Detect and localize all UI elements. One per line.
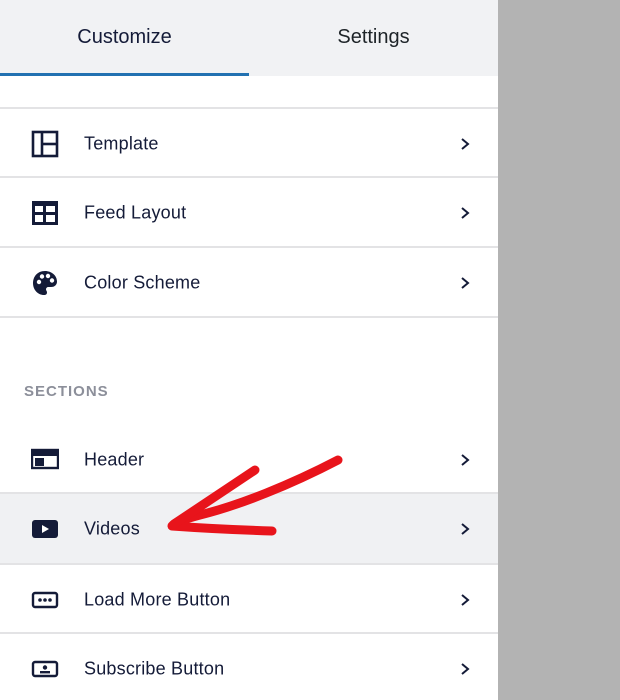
menu-item-label: Header [84,449,145,469]
chevron-right-icon [461,206,470,219]
subscribe-icon [30,654,60,684]
menu-item-header[interactable]: Header [0,425,498,494]
chevron-right-icon [461,662,470,675]
menu-item-color-scheme[interactable]: Color Scheme [0,248,498,317]
menu-item-label: Template [84,133,159,153]
tab-settings-label: Settings [337,25,410,48]
menu-item-template[interactable]: Template [0,109,498,178]
menu-item-label: Load More Button [84,589,231,609]
chevron-right-icon [461,276,470,289]
chevron-right-icon [461,137,470,150]
tab-customize[interactable]: Customize [0,0,249,76]
tab-settings[interactable]: Settings [249,0,498,76]
template-icon [30,129,60,159]
menu-item-subscribe-button[interactable]: Subscribe Button [0,634,498,700]
menu-item-label: Feed Layout [84,202,187,222]
video-play-icon [30,514,60,544]
menu-item-label: Subscribe Button [84,658,225,678]
chevron-right-icon [461,522,470,535]
tab-bar: Customize Settings [0,0,498,76]
chevron-right-icon [461,453,470,466]
menu-item-label: Color Scheme [84,272,201,292]
menu-item-videos[interactable]: Videos [0,494,498,563]
divider [0,316,498,318]
palette-icon [30,268,60,298]
customizer-panel: Customize Settings Template Feed Layout … [0,0,498,700]
load-more-icon [30,585,60,615]
menu-item-feed-layout[interactable]: Feed Layout [0,178,498,247]
grid-layout-icon [30,198,60,228]
menu-item-load-more-button[interactable]: Load More Button [0,565,498,634]
chevron-right-icon [461,593,470,606]
header-icon [30,445,60,475]
tab-customize-label: Customize [77,25,172,48]
menu-item-label: Videos [84,518,140,538]
section-heading: SECTIONS [24,383,109,400]
